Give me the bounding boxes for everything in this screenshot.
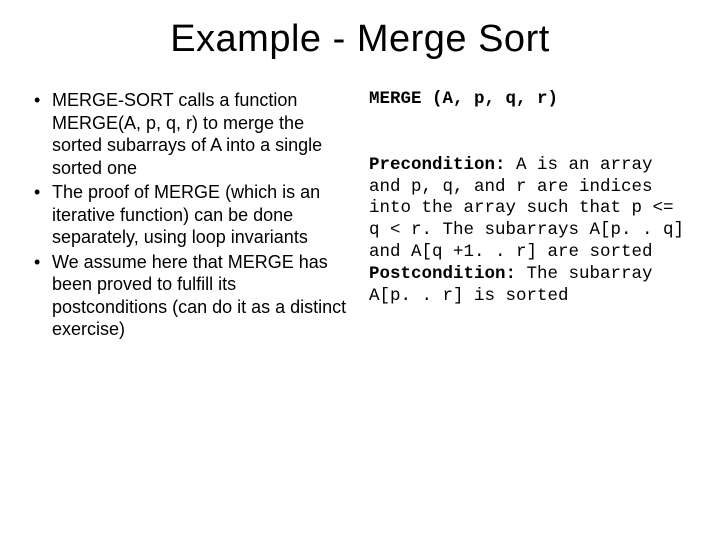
list-item: We assume here that MERGE has been prove… (30, 251, 351, 341)
postcondition-label: Postcondition: (369, 264, 516, 284)
left-column: MERGE-SORT calls a function MERGE(A, p, … (30, 89, 351, 343)
precondition-label: Precondition: (369, 155, 506, 175)
bullet-text: MERGE-SORT calls a function MERGE(A, p, … (52, 90, 322, 178)
content-columns: MERGE-SORT calls a function MERGE(A, p, … (30, 89, 690, 343)
slide: Example - Merge Sort MERGE-SORT calls a … (0, 0, 720, 540)
bullet-text: The proof of MERGE (which is an iterativ… (52, 182, 320, 247)
bullet-list: MERGE-SORT calls a function MERGE(A, p, … (30, 89, 351, 341)
code-signature: MERGE (A, p, q, r) (369, 89, 558, 109)
bullet-text: We assume here that MERGE has been prove… (52, 252, 346, 340)
slide-title: Example - Merge Sort (30, 18, 690, 61)
code-block: MERGE (A, p, q, r) Precondition: A is an… (369, 89, 690, 308)
list-item: The proof of MERGE (which is an iterativ… (30, 181, 351, 249)
right-column: MERGE (A, p, q, r) Precondition: A is an… (369, 89, 690, 343)
list-item: MERGE-SORT calls a function MERGE(A, p, … (30, 89, 351, 179)
